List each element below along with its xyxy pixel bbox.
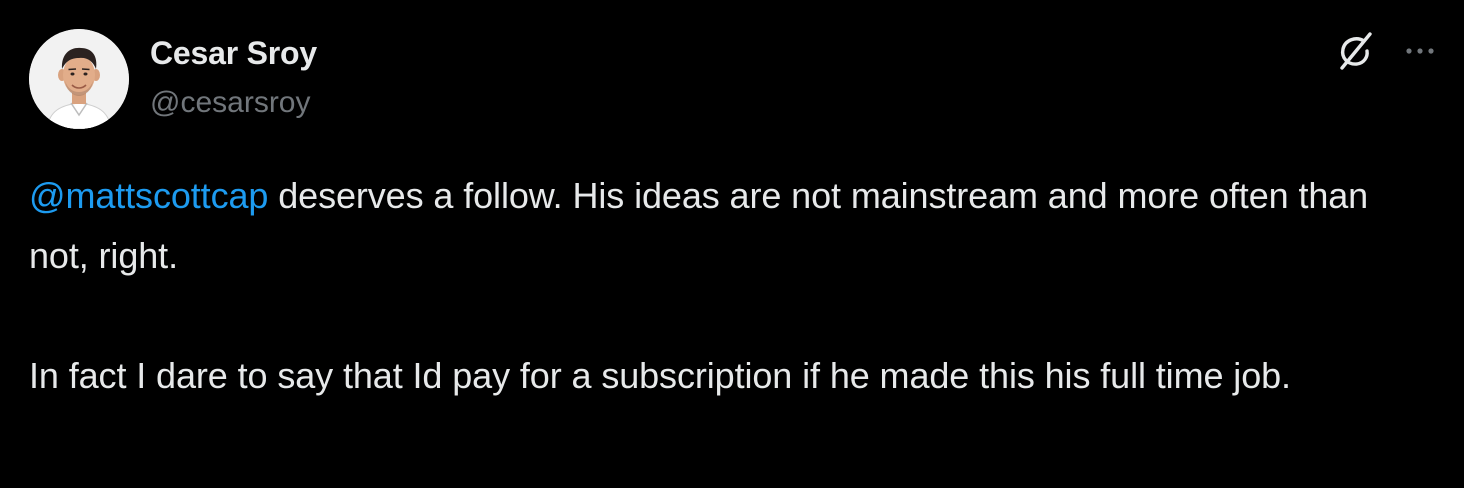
- avatar[interactable]: [29, 29, 129, 129]
- tweet: Cesar Sroy @cesarsroy @mattscottcap dese…: [0, 0, 1464, 488]
- avatar-illustration: [29, 29, 129, 129]
- more-options-icon[interactable]: [1402, 38, 1438, 64]
- tweet-paragraph-2: In fact I dare to say that Id pay for a …: [29, 355, 1291, 396]
- tweet-text: @mattscottcap deserves a follow. His ide…: [29, 166, 1419, 406]
- author-display-name[interactable]: Cesar Sroy: [150, 34, 317, 72]
- tweet-paragraph-1: @mattscottcap deserves a follow. His ide…: [29, 166, 1419, 286]
- grok-icon[interactable]: [1334, 30, 1376, 72]
- author-handle[interactable]: @cesarsroy: [150, 85, 311, 121]
- mention-link[interactable]: @mattscottcap: [29, 175, 268, 216]
